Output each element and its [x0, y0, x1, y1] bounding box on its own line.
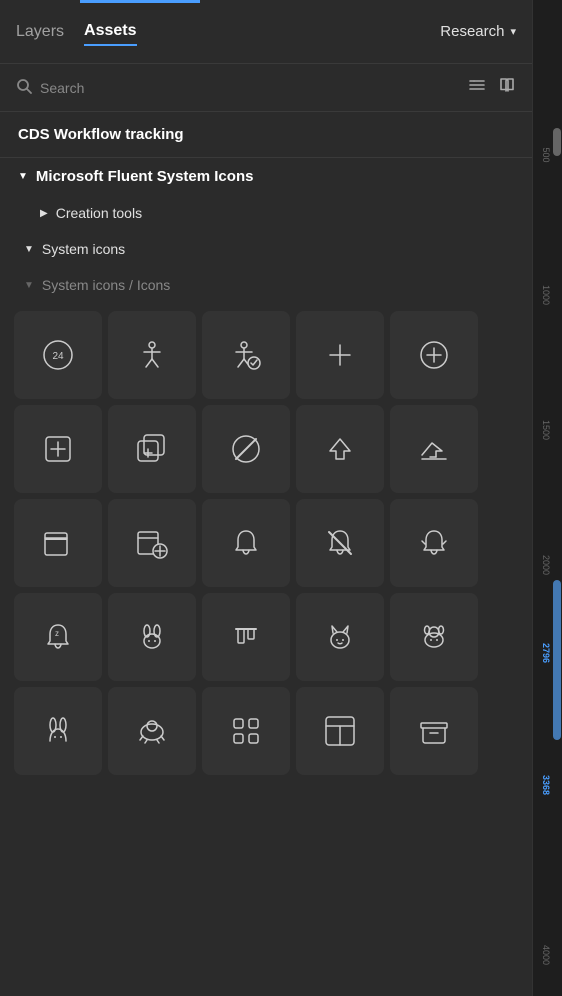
tree-item-system-icons[interactable]: System icons — [0, 231, 532, 267]
icon-album-add[interactable] — [108, 499, 196, 587]
chevron-down-icon — [24, 280, 34, 291]
icon-archive[interactable] — [390, 687, 478, 775]
ruler-mark-1000: 1000 — [541, 280, 551, 310]
tree-item-creation-tools[interactable]: Creation tools — [0, 195, 532, 231]
list-view-icon[interactable] — [468, 76, 486, 99]
icon-add[interactable] — [296, 311, 384, 399]
active-tab-indicator — [80, 0, 200, 3]
icon-album[interactable] — [14, 499, 102, 587]
scrollbar-thumb-active[interactable] — [553, 580, 561, 740]
tree-item-icons[interactable]: System icons / Icons — [0, 267, 532, 303]
research-label: Research — [440, 23, 504, 40]
chevron-down-icon — [24, 244, 34, 255]
library-title: CDS Workflow tracking — [0, 112, 532, 158]
ruler-mark-2000: 2000 — [541, 550, 551, 580]
ruler-mark-4000: 4000 — [541, 940, 551, 970]
icon-alert-snooze[interactable]: z — [14, 593, 102, 681]
icon-airplane[interactable] — [296, 405, 384, 493]
icon-add-square-multiple[interactable] — [108, 405, 196, 493]
tab-assets[interactable]: Assets — [84, 18, 136, 46]
search-bar — [0, 64, 532, 112]
tree-section: Microsoft Fluent System Icons Creation t… — [0, 158, 532, 303]
svg-text:z: z — [55, 629, 59, 638]
ruler-mark-2796: 2796 — [541, 638, 551, 668]
icon-animal-dog[interactable] — [390, 593, 478, 681]
ruler-scrollbar: 500 1000 1500 2000 2796 3368 4000 — [532, 0, 562, 996]
icon-airplane-takeoff[interactable] — [390, 405, 478, 493]
icon-animal-rabbit[interactable] — [108, 593, 196, 681]
tree-item-label: Creation tools — [56, 205, 142, 221]
icon-alert-urgent[interactable] — [390, 499, 478, 587]
icon-row-5 — [14, 687, 518, 775]
chevron-down-icon: ▾ — [510, 25, 516, 38]
icon-app-recent[interactable] — [296, 687, 384, 775]
icon-brightness-low[interactable] — [202, 405, 290, 493]
tab-layers[interactable]: Layers — [16, 19, 64, 45]
chevron-down-icon — [18, 171, 28, 182]
icons-grid: 24 — [0, 303, 532, 783]
scrollbar-thumb-top[interactable] — [553, 128, 561, 156]
ruler-mark-500: 500 — [541, 140, 551, 170]
book-icon[interactable] — [498, 76, 516, 99]
icon-alert-off[interactable] — [296, 499, 384, 587]
icon-accessibility[interactable] — [108, 311, 196, 399]
research-dropdown[interactable]: Research ▾ — [440, 23, 516, 40]
header-tabs: Layers Assets — [16, 18, 137, 46]
icon-animal-cat[interactable] — [296, 593, 384, 681]
search-icon — [16, 78, 32, 98]
main-content: Layers Assets Research ▾ — [0, 0, 532, 783]
icon-row-2 — [14, 405, 518, 493]
icon-row-1: 24 — [14, 311, 518, 399]
icon-animal-rabbit-2[interactable] — [14, 687, 102, 775]
header: Layers Assets Research ▾ — [0, 0, 532, 64]
tree-item-label: System icons / Icons — [42, 277, 170, 293]
icon-alert[interactable] — [202, 499, 290, 587]
icon-row-4: z — [14, 593, 518, 681]
ruler-mark-3368: 3368 — [541, 770, 551, 800]
icon-apps[interactable] — [202, 687, 290, 775]
icon-align-top[interactable] — [202, 593, 290, 681]
icon-accessibility-checkmark[interactable] — [202, 311, 290, 399]
chevron-right-icon — [40, 208, 48, 219]
icon-24-hours[interactable]: 24 — [14, 311, 102, 399]
ruler-mark-1500: 1500 — [541, 415, 551, 445]
tree-section-main[interactable]: Microsoft Fluent System Icons — [0, 158, 532, 195]
search-actions — [468, 76, 516, 99]
icon-add-circle[interactable] — [390, 311, 478, 399]
icon-animal-turtle[interactable] — [108, 687, 196, 775]
tree-section-label: Microsoft Fluent System Icons — [36, 168, 254, 185]
icon-add-square[interactable] — [14, 405, 102, 493]
search-input[interactable] — [40, 80, 458, 96]
tree-item-label: System icons — [42, 241, 125, 257]
svg-text:24: 24 — [52, 351, 64, 362]
ruler-numbers: 500 1000 1500 2000 2796 3368 4000 — [533, 0, 562, 996]
search-input-wrapper — [16, 78, 458, 98]
icon-row-3 — [14, 499, 518, 587]
